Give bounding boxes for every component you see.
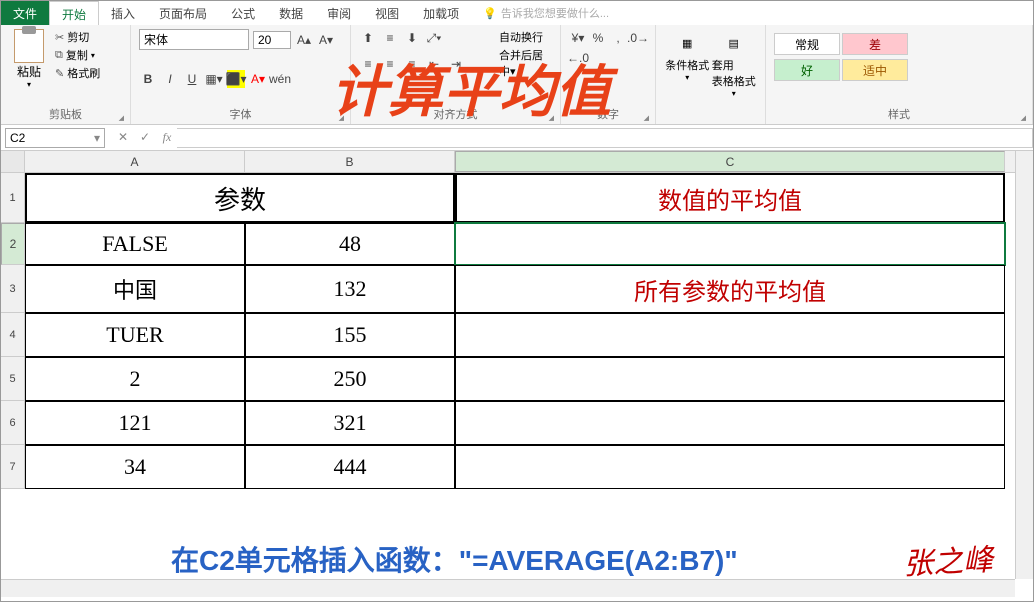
group-label-clipboard: 剪贴板 (9, 104, 122, 124)
overlay-title: 计算平均值 (331, 47, 611, 128)
orientation-button[interactable]: ⤢▾ (425, 29, 443, 47)
cell-b7[interactable]: 444 (245, 445, 455, 489)
align-middle-button[interactable]: ≡ (381, 29, 399, 47)
cell-a3[interactable]: 中国 (25, 265, 245, 313)
cell-b6[interactable]: 321 (245, 401, 455, 445)
comma-button[interactable]: , (609, 29, 627, 47)
tab-addins[interactable]: 加载项 (411, 1, 471, 25)
cell-a5[interactable]: 2 (25, 357, 245, 401)
tab-file[interactable]: 文件 (1, 1, 49, 25)
row-header-7[interactable]: 7 (1, 445, 25, 489)
currency-button[interactable]: ¥▾ (569, 29, 587, 47)
phonetic-button[interactable]: wén (271, 70, 289, 88)
format-as-table-button[interactable]: ▤套用 表格格式▾ (711, 29, 758, 98)
cell-b5[interactable]: 250 (245, 357, 455, 401)
cancel-formula-button[interactable]: ✕ (113, 130, 133, 145)
vertical-scrollbar[interactable] (1015, 151, 1033, 579)
cell-c4[interactable] (455, 313, 1005, 357)
tab-page-layout[interactable]: 页面布局 (147, 1, 219, 25)
name-box[interactable]: C2 (5, 128, 105, 148)
group-styles: 常规 差 好 适中 样式 (766, 25, 1033, 124)
cut-button[interactable]: 剪切 (55, 29, 100, 45)
tab-formulas[interactable]: 公式 (219, 1, 267, 25)
row-header-3[interactable]: 3 (1, 265, 25, 313)
cell-c6[interactable] (455, 401, 1005, 445)
overlay-signature: 张之峰 (902, 535, 994, 584)
cell-c1[interactable]: 数值的平均值 (455, 173, 1005, 223)
style-good[interactable]: 好 (774, 59, 840, 81)
col-header-c[interactable]: C (455, 151, 1005, 172)
horizontal-scrollbar[interactable] (1, 579, 1015, 597)
style-bad[interactable]: 差 (842, 33, 908, 55)
wrap-text-button[interactable]: 自动换行 (499, 29, 552, 45)
underline-button[interactable]: U (183, 70, 201, 88)
group-clipboard: 粘贴▾ 剪切 复制▾ 格式刷 剪贴板 (1, 25, 131, 124)
cell-a2[interactable]: FALSE (25, 223, 245, 265)
row-header-4[interactable]: 4 (1, 313, 25, 357)
cell-c2[interactable] (455, 223, 1005, 265)
bold-button[interactable]: B (139, 70, 157, 88)
italic-button[interactable]: I (161, 70, 179, 88)
paste-button[interactable]: 粘贴▾ (9, 29, 49, 89)
conditional-format-button[interactable]: ▦条件格式▾ (664, 29, 711, 82)
select-all-corner[interactable] (1, 151, 25, 172)
row-header-6[interactable]: 6 (1, 401, 25, 445)
cell-a7[interactable]: 34 (25, 445, 245, 489)
cell-b2[interactable]: 48 (245, 223, 455, 265)
increase-font-button[interactable]: A▴ (295, 31, 313, 49)
fill-color-button[interactable]: ⬛▾ (227, 70, 245, 88)
formula-input[interactable] (177, 128, 1033, 148)
group-label-font: 字体 (139, 104, 342, 124)
tab-insert[interactable]: 插入 (99, 1, 147, 25)
formula-bar: C2 ✕ ✓ fx (1, 125, 1033, 151)
ribbon-tabs: 文件 开始 插入 页面布局 公式 数据 审阅 视图 加载项 💡告诉我您想要做什么… (1, 1, 1033, 25)
cell-a6[interactable]: 121 (25, 401, 245, 445)
row-header-5[interactable]: 5 (1, 357, 25, 401)
format-painter-button[interactable]: 格式刷 (55, 65, 100, 81)
align-top-button[interactable]: ⬆ (359, 29, 377, 47)
overlay-instruction: 在C2单元格插入函数："=AVERAGE(A2:B7)" (171, 539, 738, 579)
align-bottom-button[interactable]: ⬇ (403, 29, 421, 47)
tab-view[interactable]: 视图 (363, 1, 411, 25)
font-color-button[interactable]: A▾ (249, 70, 267, 88)
row-header-1[interactable]: 1 (1, 173, 25, 223)
cell-c3[interactable]: 所有参数的平均值 (455, 265, 1005, 313)
group-font: 宋体 20 A▴ A▾ B I U ▦▾ ⬛▾ A▾ wén 字体 (131, 25, 351, 124)
tab-home[interactable]: 开始 (49, 1, 99, 25)
style-neutral[interactable]: 适中 (842, 59, 908, 81)
font-size-select[interactable]: 20 (253, 31, 291, 49)
border-button[interactable]: ▦▾ (205, 70, 223, 88)
tell-me[interactable]: 💡告诉我您想要做什么... (483, 1, 609, 25)
tab-data[interactable]: 数据 (267, 1, 315, 25)
cell-b3[interactable]: 132 (245, 265, 455, 313)
decrease-font-button[interactable]: A▾ (317, 31, 335, 49)
cell-b4[interactable]: 155 (245, 313, 455, 357)
cell-area[interactable]: 参数数值的平均值 FALSE48中国132所有参数的平均值 TUER15522501… (25, 173, 1025, 573)
font-name-select[interactable]: 宋体 (139, 29, 249, 50)
group-cond-format: ▦条件格式▾ ▤套用 表格格式▾ (656, 25, 766, 124)
col-header-b[interactable]: B (245, 151, 455, 172)
increase-decimal-button[interactable]: .0→ (629, 29, 647, 47)
insert-function-button[interactable]: fx (157, 130, 177, 145)
copy-button[interactable]: 复制▾ (55, 47, 100, 63)
cell-a4[interactable]: TUER (25, 313, 245, 357)
col-header-a[interactable]: A (25, 151, 245, 172)
cell-c7[interactable] (455, 445, 1005, 489)
accept-formula-button[interactable]: ✓ (135, 130, 155, 145)
group-label-styles: 样式 (774, 104, 1024, 124)
style-normal[interactable]: 常规 (774, 33, 840, 55)
spreadsheet-grid: A B C 1234567 参数数值的平均值FALSE48中国132所有参数的平… (1, 151, 1033, 573)
percent-button[interactable]: % (589, 29, 607, 47)
cell-c5[interactable] (455, 357, 1005, 401)
cell-a1b1[interactable]: 参数 (25, 173, 455, 223)
row-header-2[interactable]: 2 (1, 223, 25, 265)
tab-review[interactable]: 审阅 (315, 1, 363, 25)
